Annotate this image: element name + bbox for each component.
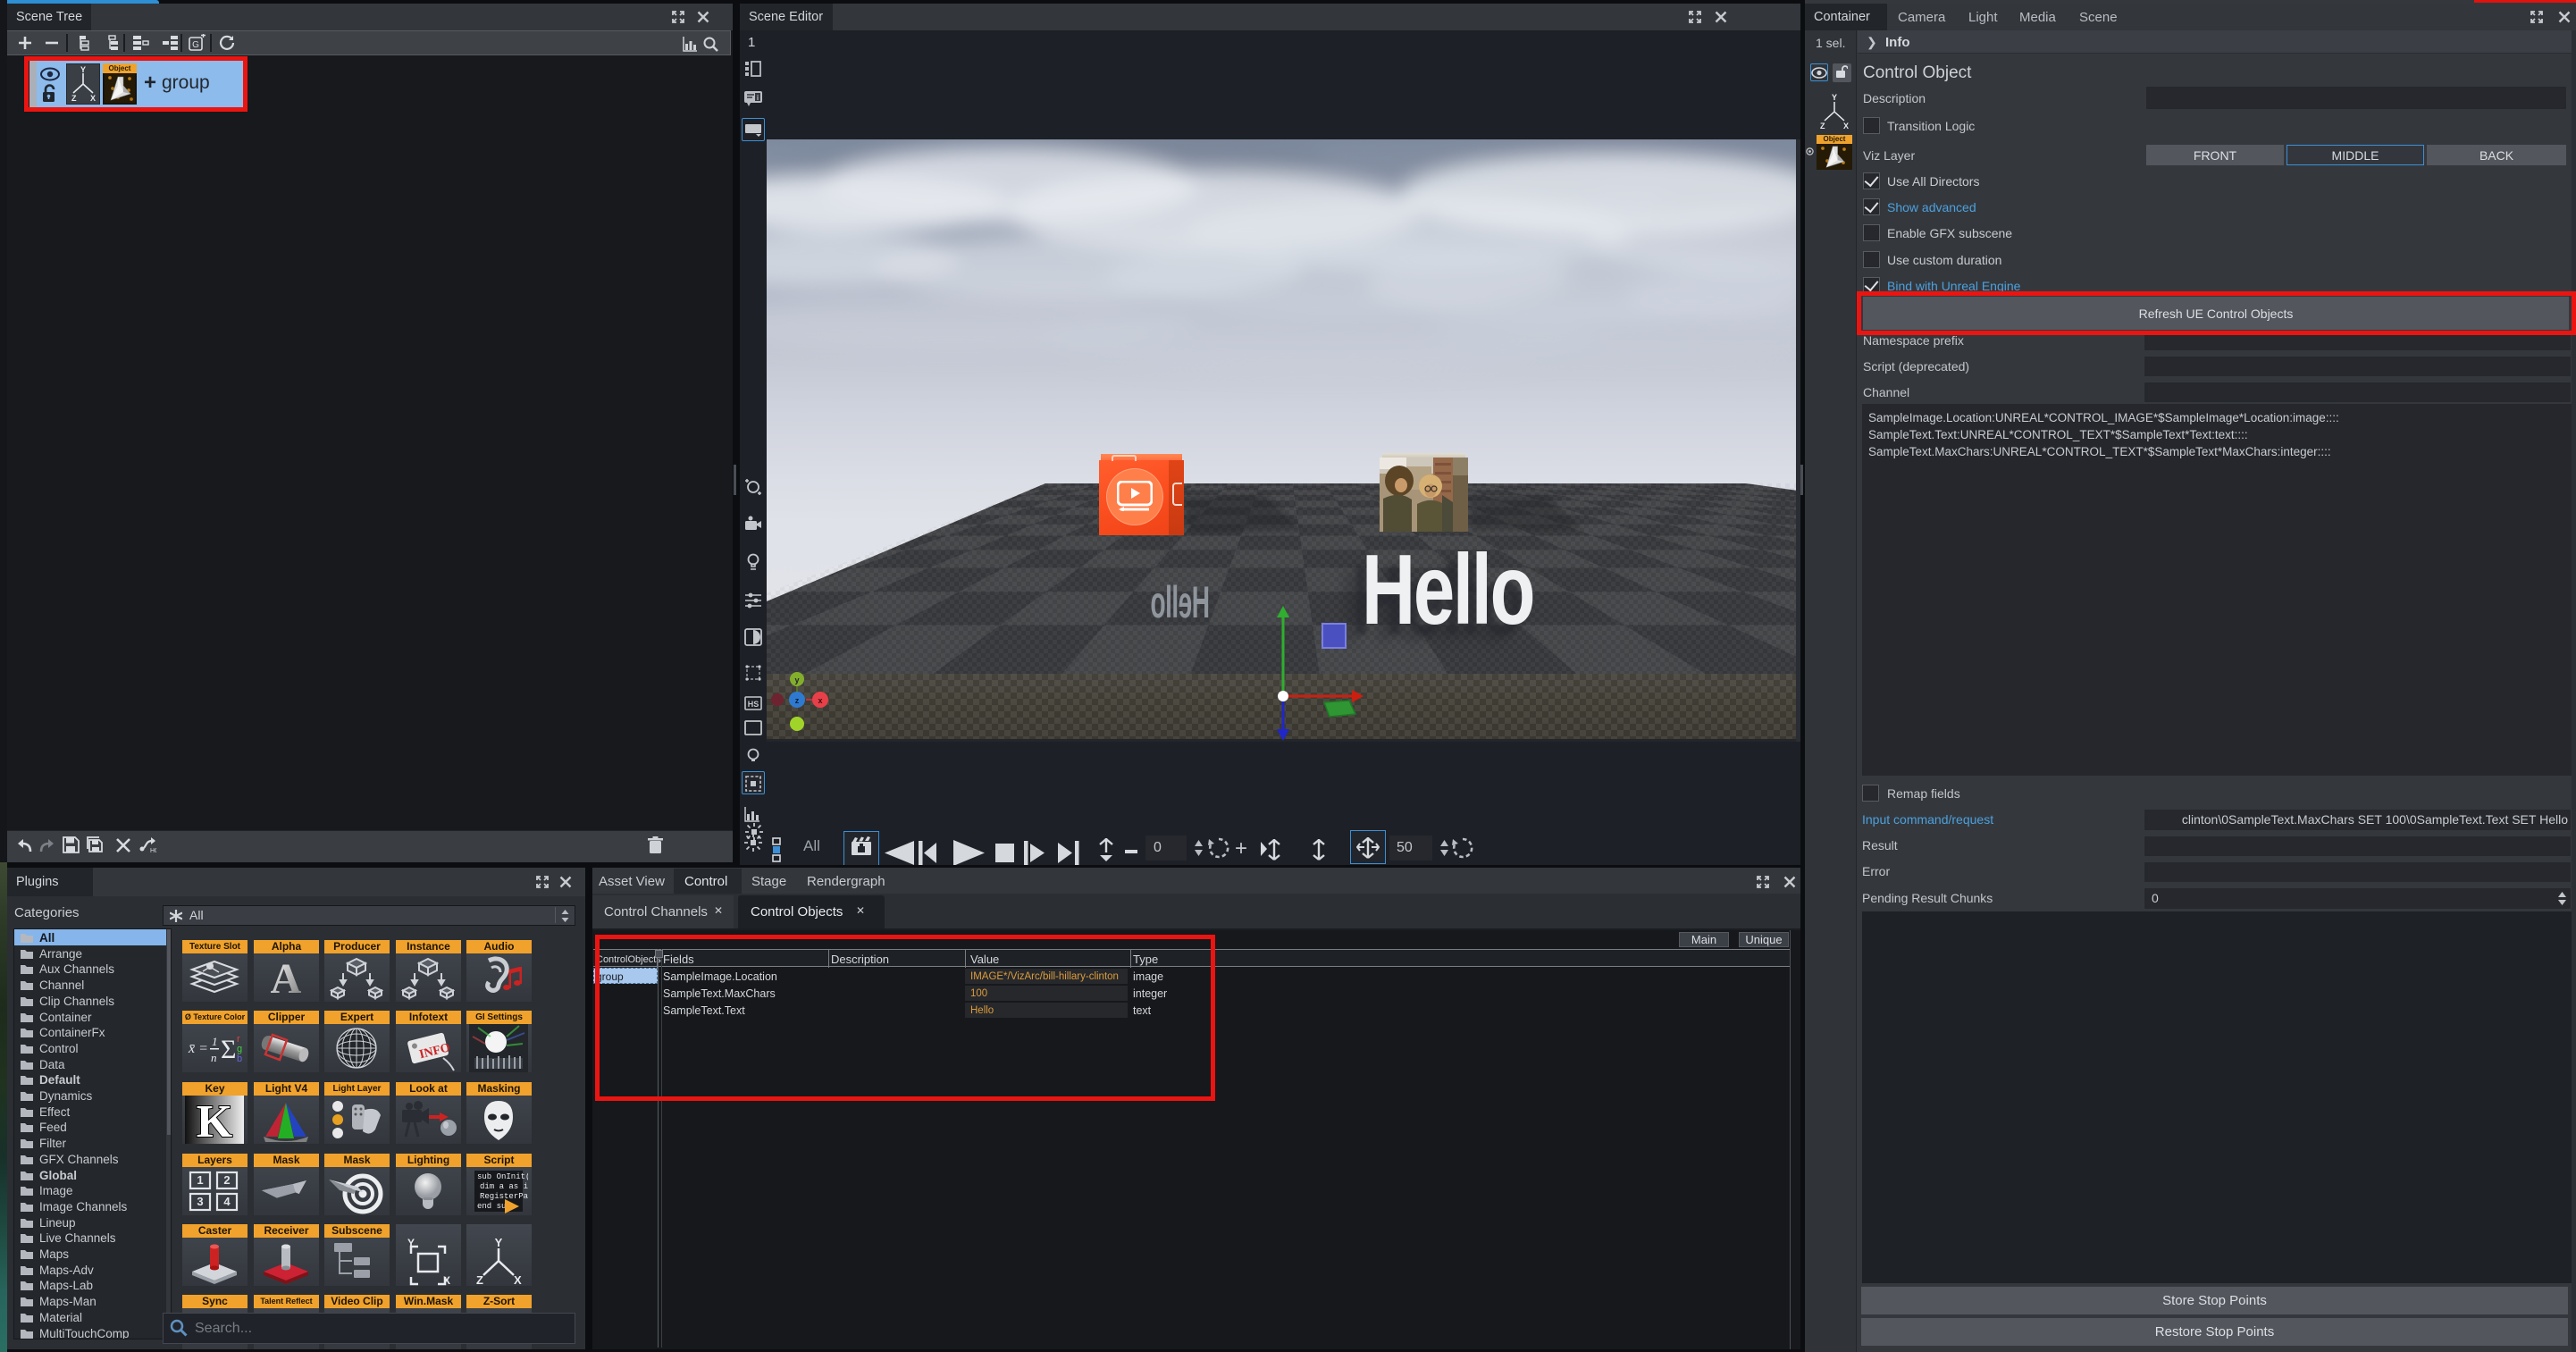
svg-text:Z: Z (476, 1273, 483, 1286)
svg-text:Y: Y (495, 1238, 503, 1249)
svg-text:dim a as i: dim a as i (480, 1182, 528, 1191)
svg-text:z: z (795, 696, 800, 705)
svg-text:A: A (271, 955, 302, 1002)
svg-text:Z: Z (1820, 122, 1825, 130)
svg-text:1: 1 (197, 1173, 203, 1187)
svg-text:X: X (1843, 122, 1849, 130)
svg-text:sub OnInit(): sub OnInit() (477, 1172, 528, 1181)
svg-text:X: X (443, 1274, 450, 1286)
svg-text:G: G (192, 40, 199, 50)
svg-text:Y: Y (407, 1238, 415, 1249)
svg-text:3: 3 (197, 1195, 203, 1208)
svg-text:K: K (197, 1096, 233, 1144)
svg-text:2: 2 (223, 1173, 230, 1187)
svg-text:i: i (757, 94, 759, 102)
svg-text:Y: Y (1832, 93, 1837, 102)
svg-text:Σ: Σ (221, 1035, 236, 1064)
svg-text:1: 1 (212, 1035, 218, 1048)
svg-text:x̄ =: x̄ = (188, 1041, 208, 1056)
svg-text:4: 4 (223, 1195, 231, 1208)
svg-text:X: X (514, 1273, 522, 1286)
svg-text:y: y (794, 676, 799, 684)
svg-text:x: x (818, 696, 822, 705)
svg-text:n: n (211, 1051, 217, 1064)
svg-text:b: b (237, 1054, 242, 1064)
svg-text:HC: HC (150, 848, 156, 853)
svg-text:RegisterPa: RegisterPa (480, 1192, 528, 1201)
svg-text:HS: HS (748, 700, 759, 709)
